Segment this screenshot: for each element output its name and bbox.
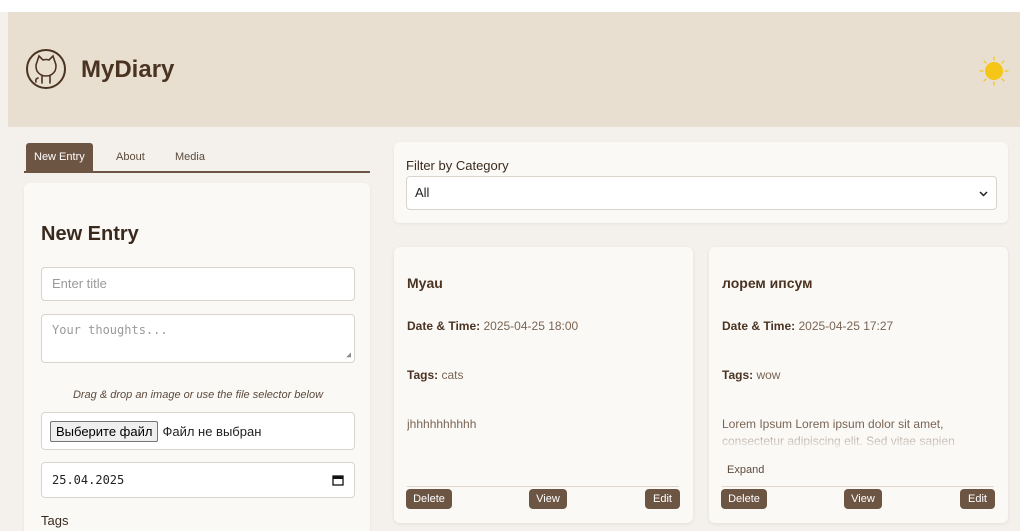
tags-label: Tags: [722, 368, 754, 382]
entry-card: лорем ипсум Date & Time: 2025-04-25 17:2… [709, 247, 1008, 523]
date-label: Date & Time: [407, 319, 481, 333]
entry-date: Date & Time: 2025-04-25 17:27 [722, 319, 893, 333]
date-value: 25.04.2025 [52, 473, 125, 487]
file-status: Файл не выбран [162, 423, 262, 439]
tags-label: Tags: [407, 368, 439, 382]
category-select[interactable]: All [406, 176, 997, 210]
divider [722, 486, 994, 487]
date-value: 2025-04-25 18:00 [483, 319, 579, 333]
title-input[interactable]: Enter title [41, 267, 355, 301]
view-button[interactable]: View [844, 489, 882, 509]
drop-hint: Drag & drop an image or use the file sel… [72, 389, 324, 401]
top-strip [0, 0, 1020, 12]
choose-file-button[interactable]: Выберите файл [50, 420, 159, 442]
category-selected: All [415, 185, 430, 200]
app-brand: MyDiary [81, 56, 175, 83]
filter-label: Filter by Category [406, 158, 509, 173]
tab-about[interactable]: About [108, 143, 153, 171]
delete-button[interactable]: Delete [406, 489, 452, 509]
file-selector: Выберите файл Файл не выбран [41, 412, 355, 450]
tags-label: Tags [41, 513, 69, 528]
date-value: 2025-04-25 17:27 [798, 319, 894, 333]
tab-new-entry[interactable]: New Entry [26, 143, 93, 171]
entry-tags: Tags: cats [407, 368, 463, 382]
body-fade [722, 431, 997, 451]
divider [407, 486, 679, 487]
github-cat-icon[interactable] [25, 48, 67, 90]
edit-button[interactable]: Edit [960, 489, 995, 509]
thoughts-placeholder: Your thoughts... [52, 323, 168, 337]
edit-button[interactable]: Edit [645, 489, 680, 509]
app-header: MyDiary [8, 12, 1020, 127]
date-label: Date & Time: [722, 319, 796, 333]
expand-link[interactable]: Expand [727, 464, 764, 476]
entry-title: лорем ипсум [722, 275, 813, 291]
entry-body: jhhhhhhhhhh [407, 417, 477, 431]
filter-panel: Filter by Category All [394, 142, 1008, 223]
new-entry-form: New Entry Enter title Your thoughts... ◢… [24, 183, 370, 531]
delete-button[interactable]: Delete [721, 489, 767, 509]
tags-value: wow [756, 368, 781, 382]
view-button[interactable]: View [529, 489, 567, 509]
date-input[interactable]: 25.04.2025 [41, 462, 355, 498]
entry-date: Date & Time: 2025-04-25 18:00 [407, 319, 578, 333]
resize-handle-icon[interactable]: ◢ [346, 350, 351, 359]
tags-value: cats [441, 368, 464, 382]
tab-media[interactable]: Media [167, 143, 213, 171]
tab-bar: New Entry About Media [24, 143, 370, 173]
entry-card: Myau Date & Time: 2025-04-25 18:00 Tags:… [394, 247, 693, 523]
form-title: New Entry [41, 223, 139, 245]
chevron-down-icon [979, 191, 988, 197]
sun-icon[interactable] [979, 56, 1009, 86]
entry-title: Myau [407, 275, 443, 291]
entry-tags: Tags: wow [722, 368, 780, 382]
thoughts-textarea[interactable]: Your thoughts... ◢ [41, 314, 355, 363]
calendar-icon[interactable] [332, 474, 344, 486]
